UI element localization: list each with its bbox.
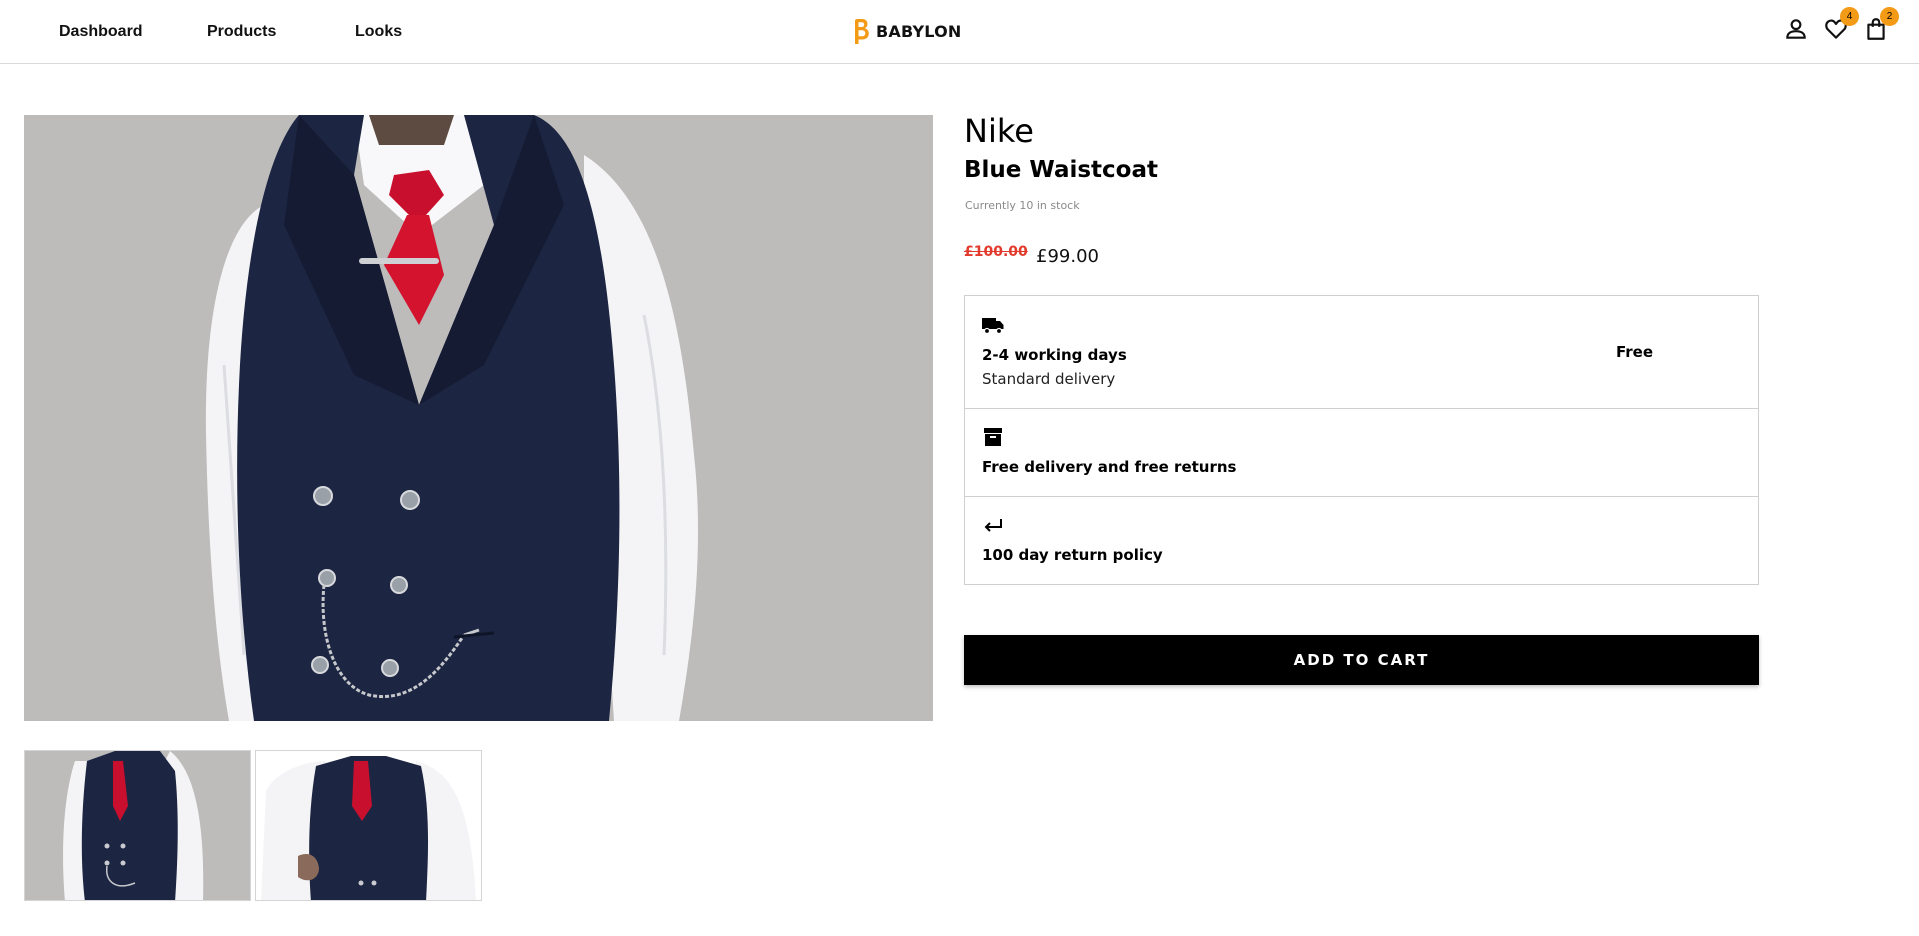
nav-dashboard[interactable]: Dashboard: [59, 23, 143, 41]
stock-status: Currently 10 in stock: [965, 199, 1080, 212]
product-name: Blue Waistcoat: [964, 157, 1158, 183]
main-product-image: [24, 115, 933, 721]
sale-price: £99.00: [1036, 246, 1099, 267]
truck-icon: [982, 318, 1004, 335]
return-arrow-icon: [984, 519, 1002, 532]
cart-button[interactable]: 2: [1863, 7, 1899, 42]
waistcoat-photo: [24, 115, 933, 721]
nav-looks[interactable]: Looks: [355, 23, 402, 41]
return-policy-text: 100 day return policy: [982, 546, 1163, 564]
cart-count-badge: 2: [1880, 7, 1899, 26]
brand-name: BABYLON: [876, 22, 962, 41]
waistcoat-thumb-photo-alt: [256, 751, 481, 900]
add-to-cart-button[interactable]: ADD TO CART: [964, 635, 1759, 685]
thumbnail-2[interactable]: [255, 750, 482, 901]
return-policy-row: 100 day return policy: [965, 497, 1758, 585]
original-price: £100.00: [964, 244, 1028, 260]
nav-products[interactable]: Products: [207, 23, 276, 41]
waistcoat-thumb-photo: [25, 751, 250, 900]
product-brand: Nike: [964, 112, 1034, 150]
babylon-logo-icon: [855, 19, 869, 44]
delivery-type: Standard delivery: [982, 370, 1116, 388]
delivery-row: 2-4 working days Standard delivery Free: [965, 296, 1758, 409]
wishlist-button[interactable]: 4: [1823, 7, 1859, 42]
wishlist-count-badge: 4: [1840, 7, 1859, 26]
archive-box-icon: [984, 428, 1002, 446]
site-logo[interactable]: BABYLON: [852, 18, 962, 45]
delivery-cost: Free: [1616, 343, 1654, 361]
free-returns-row: Free delivery and free returns: [965, 409, 1758, 497]
user-icon: [1786, 19, 1806, 39]
thumbnail-1[interactable]: [24, 750, 251, 901]
site-header: Dashboard Products Looks BABYLON 4 2: [0, 0, 1919, 64]
shipping-info-panel: 2-4 working days Standard delivery Free …: [964, 295, 1759, 585]
account-button[interactable]: [1783, 16, 1809, 42]
free-returns-text: Free delivery and free returns: [982, 458, 1237, 476]
delivery-time: 2-4 working days: [982, 346, 1127, 364]
